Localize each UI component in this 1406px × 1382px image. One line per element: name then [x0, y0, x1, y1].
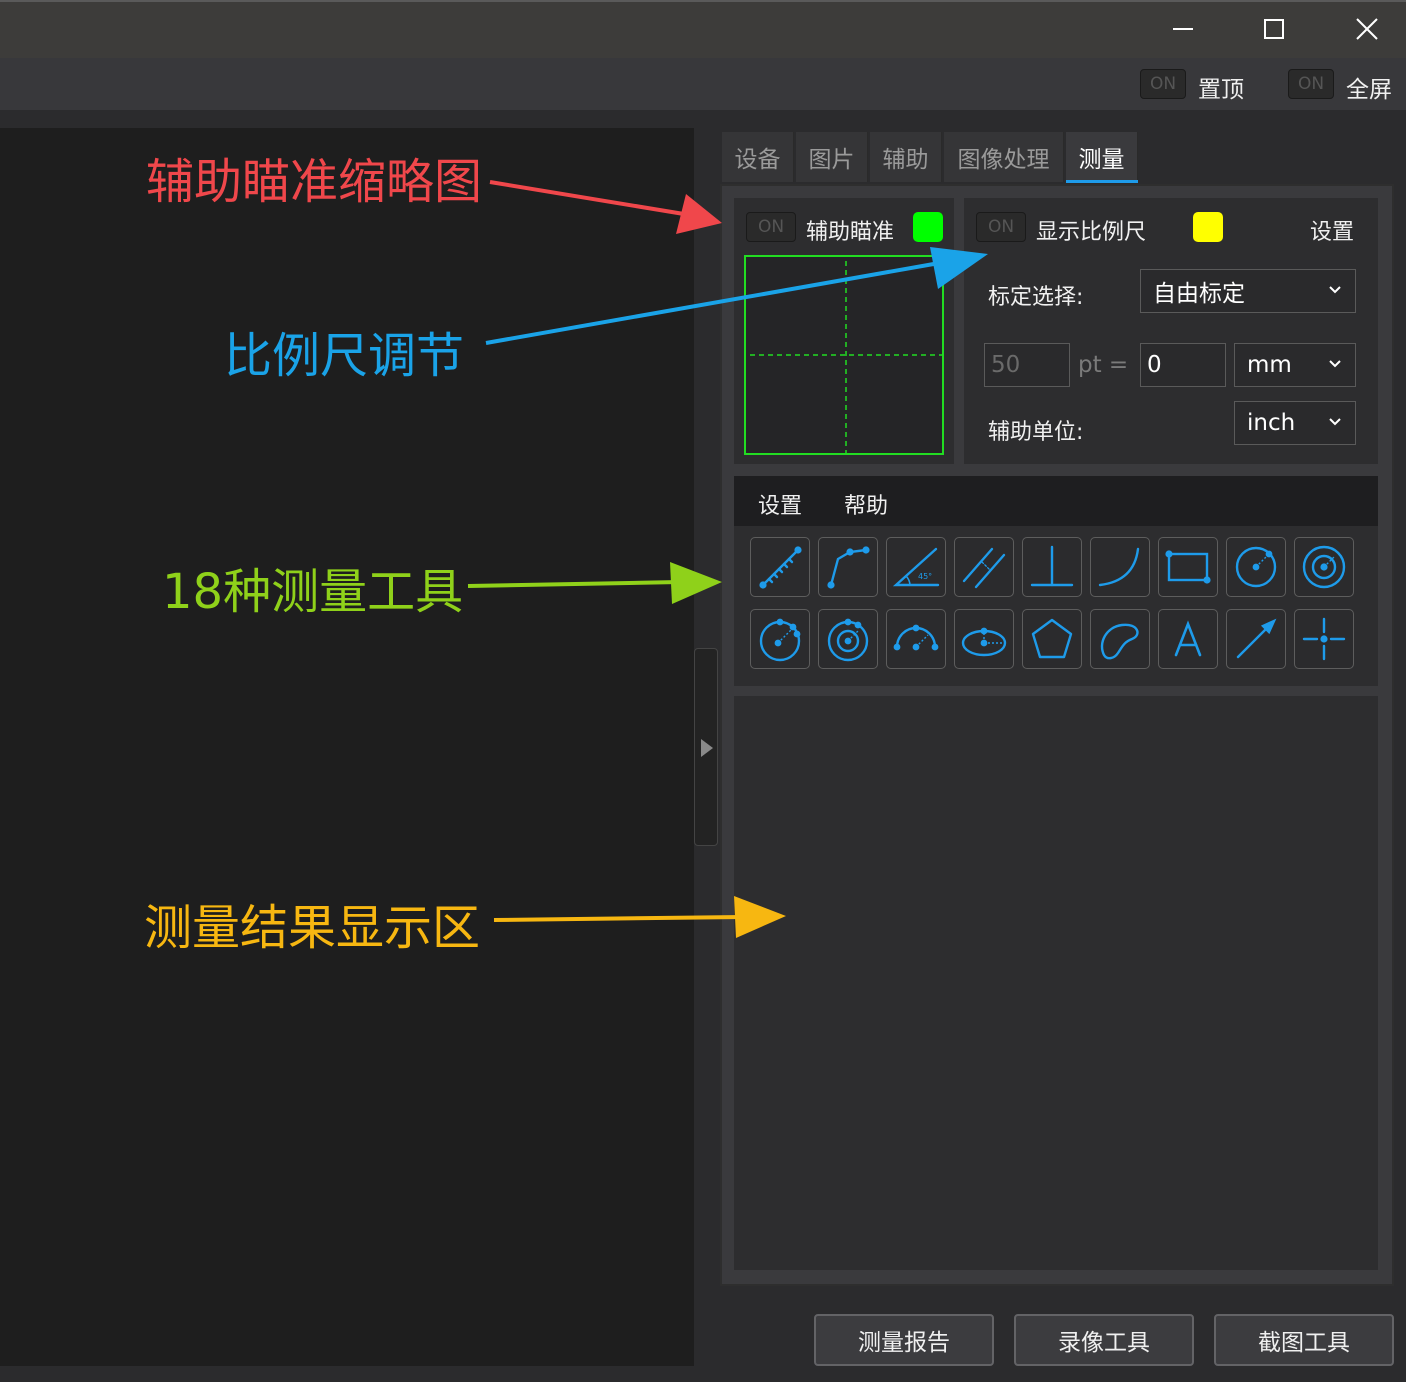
toolbar [0, 58, 1406, 110]
tab-image[interactable]: 图片 [796, 132, 868, 182]
unit-value: mm [1247, 352, 1292, 378]
parallel-lines-icon [962, 547, 1006, 589]
tool-two-concentric-circles[interactable] [818, 609, 878, 669]
length-input[interactable]: 0 [1140, 343, 1226, 387]
tool-text[interactable] [1158, 609, 1218, 669]
ellipse-icon [961, 627, 1007, 657]
tool-circle-radius[interactable] [1226, 537, 1286, 597]
freehand-shape-icon [1100, 623, 1139, 660]
svg-text:45°: 45° [918, 572, 932, 581]
scale-toggle[interactable]: ON [976, 212, 1026, 242]
close-button[interactable] [1344, 6, 1390, 52]
chevron-down-icon [1329, 286, 1341, 294]
camera-viewport[interactable] [0, 128, 694, 1366]
ruler-line-icon [759, 546, 802, 589]
aux-unit-label: 辅助单位: [988, 420, 1084, 445]
maximize-button[interactable] [1251, 6, 1297, 52]
tool-polyline[interactable] [818, 537, 878, 597]
crosshair-guide-icon [750, 261, 942, 453]
results-annotation-label: 测量结果显示区 [144, 900, 481, 956]
active-tab-indicator [1066, 180, 1138, 183]
measure-results-area [734, 696, 1378, 1270]
minimize-button[interactable] [1160, 6, 1206, 52]
calibration-select[interactable]: 自由标定 [1140, 269, 1356, 313]
angle-icon: 45° [892, 547, 940, 587]
aim-thumbnail [744, 255, 944, 455]
polyline-icon [827, 546, 870, 589]
scale-annotation-label: 比例尺调节 [224, 328, 465, 384]
unit-select[interactable]: mm [1234, 343, 1356, 387]
perpendicular-icon [1030, 545, 1074, 587]
panel-collapse-handle[interactable] [694, 648, 718, 846]
tab-assist[interactable]: 辅助 [870, 132, 942, 182]
three-point-circle-icon [759, 618, 801, 662]
maximize-icon [1264, 19, 1284, 39]
aim-label: 辅助瞄准 [806, 220, 895, 245]
crosshair-icon [1302, 617, 1346, 661]
scale-color-swatch[interactable] [1193, 212, 1223, 242]
triangle-right-icon [701, 739, 713, 757]
scale-label: 显示比例尺 [1036, 220, 1147, 245]
minimize-icon [1173, 28, 1193, 30]
tool-freehand-shape[interactable] [1090, 609, 1150, 669]
tool-arc-three-point[interactable] [886, 609, 946, 669]
tool-perpendicular[interactable] [1022, 537, 1082, 597]
tool-parallel-lines[interactable] [954, 537, 1014, 597]
pt-input[interactable]: 50 [984, 343, 1070, 387]
aim-color-swatch[interactable] [913, 212, 943, 242]
tool-three-point-circle[interactable] [750, 609, 810, 669]
menu-help[interactable]: 帮助 [844, 488, 888, 520]
menu-settings[interactable]: 设置 [758, 488, 802, 520]
tool-ruler-line[interactable] [750, 537, 810, 597]
text-icon [1174, 620, 1202, 657]
calibration-value: 自由标定 [1153, 281, 1245, 307]
tools-annotation-label: 18种测量工具 [162, 564, 464, 620]
tool-crosshair[interactable] [1294, 609, 1354, 669]
thumbnail-annotation-label: 辅助瞄准缩略图 [146, 154, 483, 210]
tool-angle[interactable]: 45° [886, 537, 946, 597]
circle-radius-icon [1235, 546, 1277, 588]
record-tool-button[interactable]: 录像工具 [1014, 1314, 1194, 1366]
screenshot-tool-button[interactable]: 截图工具 [1214, 1314, 1394, 1366]
arc-curve-icon [1098, 547, 1140, 587]
fullscreen-toggle[interactable]: ON [1288, 69, 1334, 99]
pentagon-icon [1031, 618, 1073, 659]
tool-pentagon[interactable] [1022, 609, 1082, 669]
aux-unit-value: inch [1247, 410, 1296, 436]
tab-measure[interactable]: 测量 [1066, 132, 1138, 182]
calibration-label: 标定选择: [988, 285, 1084, 310]
concentric-circle-icon [1302, 545, 1346, 589]
tool-arrow[interactable] [1226, 609, 1286, 669]
rectangle-icon [1165, 550, 1211, 584]
tool-concentric-circle[interactable] [1294, 537, 1354, 597]
aux-unit-select[interactable]: inch [1234, 401, 1356, 445]
tool-rectangle[interactable] [1158, 537, 1218, 597]
chevron-down-icon [1329, 360, 1341, 368]
pt-equals-label: pt = [1078, 352, 1129, 378]
arc-three-point-icon [893, 624, 939, 651]
arrow-icon [1236, 618, 1277, 659]
two-concentric-circles-icon [827, 618, 869, 662]
tab-image-processing[interactable]: 图像处理 [944, 132, 1064, 182]
pin-label: 置顶 [1198, 77, 1244, 103]
pin-toggle[interactable]: ON [1140, 69, 1186, 99]
measure-report-button[interactable]: 测量报告 [814, 1314, 994, 1366]
tab-device[interactable]: 设备 [722, 132, 794, 182]
tool-ellipse[interactable] [954, 609, 1014, 669]
close-icon [1356, 18, 1378, 40]
tool-arc-curve[interactable] [1090, 537, 1150, 597]
measure-menu-bar [734, 476, 1378, 526]
scale-settings-link[interactable]: 设置 [1310, 214, 1354, 246]
aim-toggle[interactable]: ON [746, 212, 796, 242]
chevron-down-icon [1329, 418, 1341, 426]
fullscreen-label: 全屏 [1346, 77, 1392, 103]
